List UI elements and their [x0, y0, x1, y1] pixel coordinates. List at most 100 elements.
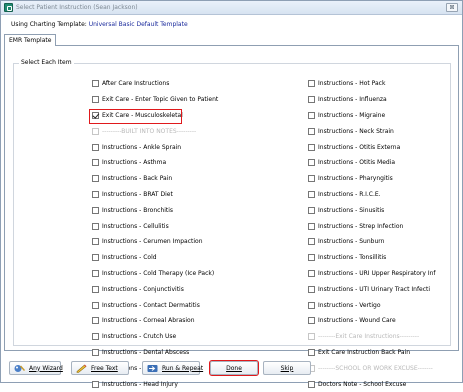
checkbox-label: Instructions - Sinusitis — [318, 206, 385, 214]
checkbox-item[interactable]: Instructions - URI Upper Respiratory Inf — [308, 266, 436, 282]
checkbox-label: Instructions - Contact Dermatitis — [102, 301, 200, 309]
checkbox-item[interactable]: Instructions - Wound Care — [308, 313, 436, 329]
checkbox-item[interactable]: Instructions - Crutch Use — [92, 329, 218, 345]
title-bar[interactable]: Select Patient Instruction (Sean Jackson… — [1, 1, 462, 15]
checkbox-label: After Care Instructions — [102, 80, 170, 88]
checkbox[interactable] — [92, 285, 99, 293]
window-title: Select Patient Instruction (Sean Jackson… — [16, 4, 138, 11]
checkbox[interactable] — [92, 96, 99, 104]
run-repeat-label: Run & Repeat — [162, 364, 204, 372]
checkbox-item[interactable]: Instructions - Conjunctivitis — [92, 281, 218, 297]
checkbox[interactable] — [92, 159, 99, 167]
run-repeat-button[interactable]: Run & Repeat — [142, 361, 204, 375]
free-text-button[interactable]: Free Text — [71, 361, 129, 375]
checkbox-item[interactable]: Instructions - Cold Therapy (Ice Pack) — [92, 266, 218, 282]
checkbox-label: Exit Care - Musculoskeletal — [102, 111, 183, 119]
checkbox-item[interactable]: Instructions - BRAT Diet — [92, 187, 218, 203]
checkbox-label: Instructions - Cerumen Impaction — [102, 238, 203, 246]
checkbox[interactable] — [308, 222, 315, 230]
checkbox[interactable] — [308, 111, 315, 119]
checkbox[interactable] — [308, 80, 315, 88]
checkbox[interactable] — [308, 238, 315, 246]
checkbox-label: Instructions - BRAT Diet — [102, 190, 173, 198]
checkbox-label: --------Exit Care Instructions--------- — [318, 333, 420, 341]
checkbox-item[interactable]: Instructions - Asthma — [92, 155, 218, 171]
checkbox-item[interactable]: Instructions - R.I.C.E. — [308, 187, 436, 203]
checkbox[interactable] — [92, 238, 99, 246]
button-bar: Any Wizard Free Text Run & Repeat Done S… — [1, 352, 462, 382]
app-icon — [4, 3, 13, 12]
tab-emr-template[interactable]: EMR Template — [4, 34, 57, 46]
checkbox-item[interactable]: Instructions - Otitis Media — [308, 155, 436, 171]
checkbox-item[interactable]: Instructions - Strep Infection — [308, 218, 436, 234]
checkbox[interactable] — [308, 159, 315, 167]
tab-panel: Select Each Item After Care Instructions… — [4, 45, 459, 388]
checkbox-item[interactable]: Instructions - Pharyngitis — [308, 171, 436, 187]
checkbox-checked[interactable] — [92, 111, 99, 119]
checkbox[interactable] — [92, 317, 99, 325]
checkbox-item[interactable]: Instructions - UTI Urinary Tract Infecti — [308, 281, 436, 297]
done-button[interactable]: Done — [209, 360, 259, 376]
checkbox[interactable] — [92, 222, 99, 230]
checkbox-item[interactable]: Instructions - Cerumen Impaction — [92, 234, 218, 250]
checkbox[interactable] — [92, 254, 99, 262]
checkbox-item[interactable]: Instructions - Vertigo — [308, 297, 436, 313]
checkbox-item[interactable]: Instructions - Bronchitis — [92, 202, 218, 218]
pencil-icon — [76, 364, 87, 373]
done-label: Done — [226, 364, 242, 372]
any-wizard-button[interactable]: Any Wizard — [9, 361, 63, 375]
checkbox[interactable] — [308, 127, 315, 135]
checkbox-item[interactable]: Instructions - Back Pain — [92, 171, 218, 187]
checkbox[interactable] — [308, 175, 315, 183]
checkbox-item[interactable]: Instructions - Hot Pack — [308, 76, 436, 92]
checkbox-item[interactable]: Exit Care - Enter Topic Given to Patient — [92, 92, 218, 108]
checkbox[interactable] — [308, 285, 315, 293]
checkbox-label: Instructions - Corneal Abrasion — [102, 317, 195, 325]
checkbox-label: Instructions - Influenza — [318, 96, 387, 104]
dialog-window: Select Patient Instruction (Sean Jackson… — [0, 0, 463, 388]
checkbox[interactable] — [308, 254, 315, 262]
group-title: Select Each Item — [19, 59, 74, 66]
checkbox[interactable] — [308, 96, 315, 104]
checkbox[interactable] — [92, 301, 99, 309]
checkbox-item[interactable]: After Care Instructions — [92, 76, 218, 92]
checkbox[interactable] — [92, 190, 99, 198]
checkbox[interactable] — [308, 190, 315, 198]
checkbox-item[interactable]: Instructions - Sinusitis — [308, 202, 436, 218]
checkbox-item[interactable]: Instructions - Tonsillitis — [308, 250, 436, 266]
checkbox-item[interactable]: Instructions - Neck Strain — [308, 123, 436, 139]
checkbox-item[interactable]: Instructions - Cellulitis — [92, 218, 218, 234]
checkbox[interactable] — [92, 143, 99, 151]
checkbox-label: Instructions - Cellulitis — [102, 222, 169, 230]
checkbox-label: Instructions - Hot Pack — [318, 80, 386, 88]
checkbox-label: Instructions - Otitis Externa — [318, 143, 401, 151]
checkbox-item[interactable]: Instructions - Cold — [92, 250, 218, 266]
checkbox-item[interactable]: Instructions - Ankle Sprain — [92, 139, 218, 155]
checkbox[interactable] — [92, 333, 99, 341]
checkbox[interactable] — [308, 317, 315, 325]
checkbox-item[interactable]: Exit Care - Musculoskeletal — [88, 108, 218, 124]
checkbox-item[interactable]: Instructions - Corneal Abrasion — [92, 313, 218, 329]
checkbox[interactable] — [92, 80, 99, 88]
checkbox-label: Instructions - Tonsillitis — [318, 254, 387, 262]
skip-button[interactable]: Skip — [263, 361, 311, 375]
checkbox-label: Instructions - Neck Strain — [318, 127, 394, 135]
free-text-label: Free Text — [91, 364, 118, 372]
checkbox[interactable] — [308, 301, 315, 309]
checkbox-item[interactable]: Instructions - Otitis Externa — [308, 139, 436, 155]
checkbox[interactable] — [92, 175, 99, 183]
checkbox-item[interactable]: Instructions - Migraine — [308, 108, 436, 124]
template-value: Universal Basic Default Template — [88, 21, 188, 28]
checkbox-label: Instructions - Conjunctivitis — [102, 285, 184, 293]
close-button[interactable]: ⊠ — [446, 3, 458, 12]
checkbox[interactable] — [92, 206, 99, 214]
checkbox[interactable] — [308, 206, 315, 214]
select-items-group: Select Each Item After Care Instructions… — [13, 59, 451, 388]
checkbox-label: Instructions - R.I.C.E. — [318, 190, 381, 198]
checkbox[interactable] — [308, 143, 315, 151]
checkbox-item[interactable]: Instructions - Contact Dermatitis — [92, 297, 218, 313]
checkbox[interactable] — [308, 269, 315, 277]
checkbox-item[interactable]: Instructions - Sunburn — [308, 234, 436, 250]
checkbox-item[interactable]: Instructions - Influenza — [308, 92, 436, 108]
checkbox[interactable] — [92, 269, 99, 277]
